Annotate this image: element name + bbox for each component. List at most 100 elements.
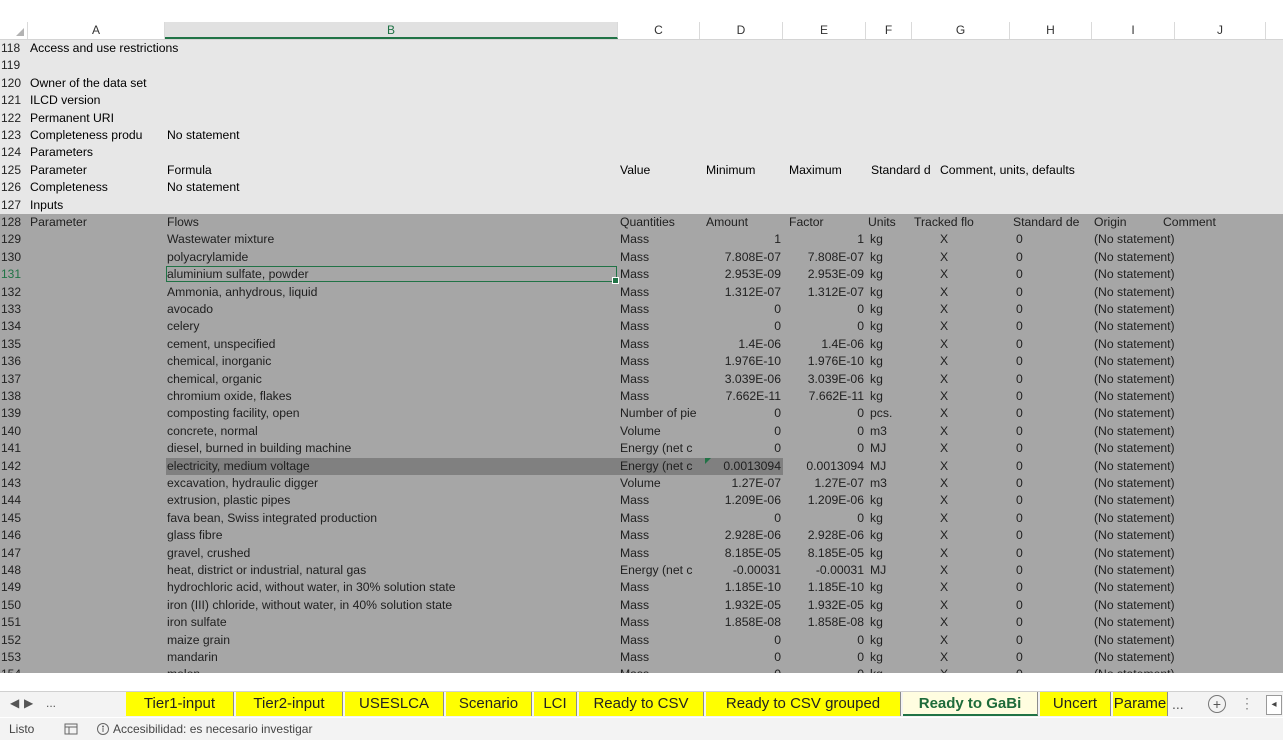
column-header-f[interactable]: F <box>866 22 912 39</box>
row-number[interactable]: 149 <box>0 579 28 596</box>
row-number[interactable]: 147 <box>0 545 28 562</box>
row-number[interactable]: 128 <box>0 214 28 231</box>
cell-j[interactable] <box>1177 458 1264 475</box>
cell-d[interactable] <box>702 57 781 74</box>
cell-c[interactable]: Mass <box>620 492 698 509</box>
cell-c[interactable]: Mass <box>620 597 698 614</box>
cell-b[interactable]: avocado <box>167 301 616 318</box>
cell-i[interactable] <box>1094 179 1173 196</box>
cell-b[interactable]: gravel, crushed <box>167 545 616 562</box>
column-header-j[interactable]: J <box>1175 22 1266 39</box>
cell-c[interactable]: Mass <box>620 510 698 527</box>
cell-a[interactable] <box>30 388 163 405</box>
cell-h[interactable]: 0 <box>1016 440 1094 457</box>
sheet-tab-ready-to-gabi[interactable]: Ready to GaBi <box>903 692 1038 716</box>
cell-e[interactable]: 0.0013094 <box>785 458 864 475</box>
column-header-d[interactable]: D <box>700 22 783 39</box>
cell-a[interactable] <box>30 405 163 422</box>
next-sheet-icon[interactable]: ▶ <box>24 696 33 710</box>
cell-h[interactable]: 0 <box>1016 405 1094 422</box>
cell-d[interactable]: 7.662E-11 <box>702 388 781 405</box>
cell-d[interactable]: 8.185E-05 <box>702 545 781 562</box>
cell-e[interactable]: 0 <box>785 666 864 673</box>
cell-d[interactable]: 0.0013094 <box>702 458 781 475</box>
cell-d[interactable]: 2.953E-09 <box>702 266 781 283</box>
cell-f[interactable]: MJ <box>870 562 912 579</box>
cell-j[interactable] <box>1177 579 1264 596</box>
cell-b[interactable]: No statement <box>167 179 616 196</box>
cell-a[interactable] <box>30 458 163 475</box>
cell-j[interactable] <box>1177 110 1264 127</box>
cell-b[interactable]: electricity, medium voltage <box>167 458 616 475</box>
cell-a[interactable] <box>30 562 163 579</box>
cell-d[interactable]: 0 <box>702 318 781 335</box>
cell-c[interactable]: Mass <box>620 579 698 596</box>
cell-b[interactable] <box>167 110 616 127</box>
cell-a[interactable] <box>30 614 163 631</box>
cell-j[interactable] <box>1177 614 1264 631</box>
cell-j[interactable] <box>1177 197 1264 214</box>
cell-h[interactable] <box>1012 40 1090 57</box>
cell-e[interactable]: 1.932E-05 <box>785 597 864 614</box>
sheet-tab-parame[interactable]: Parame <box>1113 692 1168 716</box>
sheet-tab-tier1-input[interactable]: Tier1-input <box>126 692 234 716</box>
macro-record-icon[interactable] <box>64 722 78 739</box>
cell-j[interactable] <box>1177 510 1264 527</box>
cell-f[interactable]: kg <box>870 597 912 614</box>
cell-h[interactable]: 0 <box>1016 284 1094 301</box>
cell-d[interactable]: 1.209E-06 <box>702 492 781 509</box>
cell-h[interactable]: 0 <box>1016 458 1094 475</box>
cell-d[interactable]: Amount <box>706 214 785 231</box>
cell-j[interactable] <box>1177 301 1264 318</box>
cell-d[interactable]: 1.858E-08 <box>702 614 781 631</box>
cell-a[interactable]: Parameter <box>30 214 163 231</box>
cell-j[interactable] <box>1177 423 1264 440</box>
row-number[interactable]: 150 <box>0 597 28 614</box>
cell-d[interactable]: 1 <box>702 231 781 248</box>
cell-f[interactable]: Standard d <box>871 162 931 179</box>
cell-e[interactable]: 8.185E-05 <box>785 545 864 562</box>
row-number[interactable]: 135 <box>0 336 28 353</box>
cell-f[interactable] <box>870 92 912 109</box>
cell-a[interactable] <box>30 545 163 562</box>
cell-d[interactable] <box>702 92 781 109</box>
cell-a[interactable] <box>30 649 163 666</box>
cell-h[interactable]: 0 <box>1016 666 1094 673</box>
cell-b[interactable]: heat, district or industrial, natural ga… <box>167 562 616 579</box>
cell-c[interactable]: Mass <box>620 527 698 544</box>
cell-j[interactable] <box>1177 388 1264 405</box>
sheet-tab-ready-to-csv-grouped[interactable]: Ready to CSV grouped <box>706 692 901 716</box>
cell-e[interactable]: 3.039E-06 <box>785 371 864 388</box>
column-header-g[interactable]: G <box>912 22 1010 39</box>
cell-e[interactable]: 7.662E-11 <box>785 388 864 405</box>
cell-b[interactable]: chromium oxide, flakes <box>167 388 616 405</box>
cell-f[interactable]: MJ <box>870 458 912 475</box>
cell-g[interactable] <box>914 75 1008 92</box>
cell-c[interactable]: Volume <box>620 475 698 492</box>
cell-h[interactable]: 0 <box>1016 388 1094 405</box>
row-number[interactable]: 154 <box>0 666 28 673</box>
cell-b[interactable]: composting facility, open <box>167 405 616 422</box>
cell-c[interactable]: Mass <box>620 371 698 388</box>
cell-f[interactable]: kg <box>870 353 912 370</box>
cell-j[interactable] <box>1177 75 1264 92</box>
cell-d[interactable]: 0 <box>702 423 781 440</box>
cell-j[interactable] <box>1177 40 1264 57</box>
cell-h[interactable]: 0 <box>1016 231 1094 248</box>
cell-i[interactable]: Origin <box>1094 214 1173 231</box>
cell-e[interactable] <box>785 144 864 161</box>
cell-f[interactable]: kg <box>870 527 912 544</box>
cell-d[interactable]: 1.312E-07 <box>702 284 781 301</box>
row-number[interactable]: 133 <box>0 301 28 318</box>
cell-c[interactable]: Mass <box>620 336 698 353</box>
cell-a[interactable] <box>30 318 163 335</box>
cell-e[interactable]: 0 <box>785 301 864 318</box>
row-number[interactable]: 139 <box>0 405 28 422</box>
cell-c[interactable] <box>620 40 698 57</box>
row-number[interactable]: 142 <box>0 458 28 475</box>
column-header-i[interactable]: I <box>1092 22 1175 39</box>
cell-a[interactable] <box>30 371 163 388</box>
cell-i[interactable] <box>1094 75 1173 92</box>
row-number[interactable]: 151 <box>0 614 28 631</box>
cell-c[interactable]: Value <box>620 162 698 179</box>
